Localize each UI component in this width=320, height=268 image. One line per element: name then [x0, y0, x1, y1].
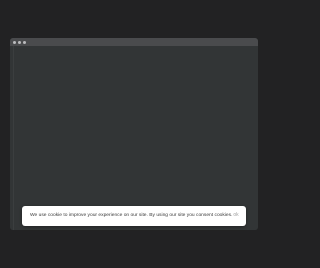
- cookie-consent-banner: We use cookie to improve your experience…: [22, 206, 246, 226]
- cookie-dismiss-button[interactable]: ok: [232, 211, 240, 220]
- window-close-dot-icon[interactable]: [13, 40, 16, 44]
- content-divider: [13, 46, 14, 230]
- cookie-message: We use cookie to improve your experience…: [30, 212, 233, 218]
- page-content-area: [10, 46, 258, 230]
- window-maximize-dot-icon[interactable]: [23, 40, 26, 44]
- browser-window: [10, 38, 258, 230]
- window-minimize-dot-icon[interactable]: [18, 40, 21, 44]
- window-titlebar: [10, 38, 258, 46]
